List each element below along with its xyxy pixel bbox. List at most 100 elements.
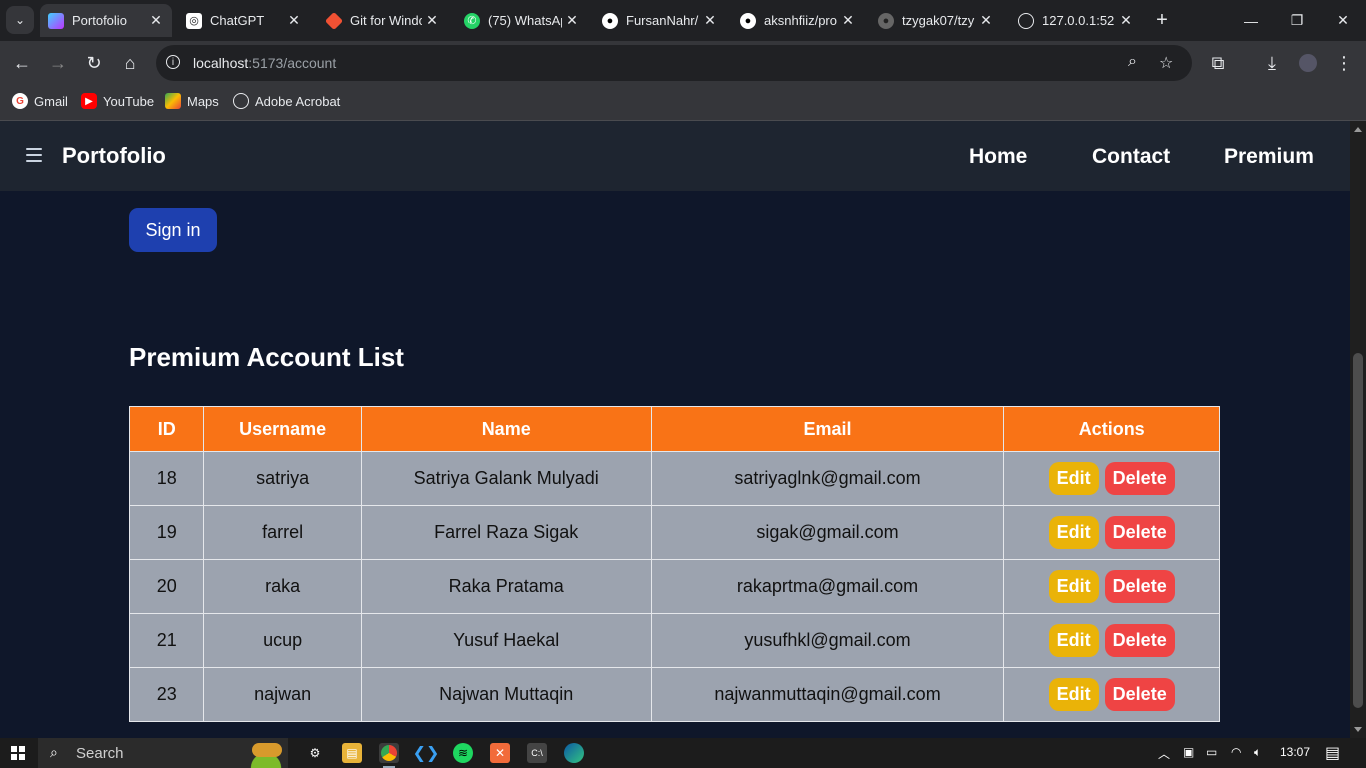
file-explorer-icon[interactable]: ▤ [342,743,362,763]
clock-time[interactable]: 13:07 [1280,745,1310,759]
site-brand[interactable]: Portofolio [62,143,166,169]
arrow-left-icon: ← [13,52,31,73]
new-tab-button[interactable]: + [1150,8,1174,32]
taskbar-search-box[interactable]: ⌕ Search [38,738,290,768]
browser-toolbar: ← → ↻ ⌂ i localhost:5173/account ⌕ ☆ ⧉ ⤓… [0,41,1366,85]
terminal-icon[interactable]: C:\ [527,743,547,763]
delete-button[interactable]: Delete [1104,678,1175,711]
tab-title: 127.0.0.1:52 [1042,13,1115,28]
delete-button[interactable]: Delete [1104,570,1175,603]
site-info-icon[interactable]: i [166,55,180,69]
settings-gear-icon[interactable]: ⚙ [305,743,325,763]
edit-button[interactable]: Edit [1048,462,1099,495]
close-icon: ✕ [1337,12,1349,28]
menu-kebab-icon[interactable]: ⋮ [1330,49,1358,77]
edit-button[interactable]: Edit [1048,678,1099,711]
vscode-icon[interactable]: ❮❯ [413,743,440,763]
notification-icon[interactable]: ▤ [1325,743,1340,763]
cell-username: ucup [203,613,362,668]
cell-email: rakaprtma@gmail.com [650,559,1005,614]
reload-button[interactable]: ↻ [80,49,108,77]
github-icon: ● [878,12,894,29]
chevron-up-icon[interactable]: ︿ [1158,745,1170,762]
close-tab-icon[interactable]: ✕ [976,12,996,29]
windows-taskbar: ⌕ Search ⚙ ▤ ❮❯ ≋ ✕ C:\ ︿ ▣ ▭ ◠ 🔈︎ 13:07… [0,738,1366,768]
zoom-icon[interactable]: ⌕ [1128,53,1137,71]
nav-link-home[interactable]: Home [969,145,1027,169]
bookmark-gmail[interactable]: G Gmail [12,93,68,109]
windows-start-icon[interactable] [11,746,25,760]
close-tab-icon[interactable]: ✕ [700,12,720,29]
xampp-icon[interactable]: ✕ [490,743,510,763]
vite-icon [48,12,64,29]
close-tab-icon[interactable]: ✕ [422,12,442,29]
tab-aksnhfiiz[interactable]: ● aksnhfiiz/pro ✕ [732,4,864,37]
home-button[interactable]: ⌂ [116,49,144,77]
edge-icon[interactable] [564,743,584,763]
volume-icon[interactable]: 🔈︎ [1254,745,1261,760]
chrome-taskbar-icon[interactable] [379,743,399,768]
restore-icon: ❐ [1290,12,1304,28]
tab-title: tzygak07/tzy [902,13,975,28]
minimize-button[interactable]: — [1228,0,1274,41]
spotify-icon[interactable]: ≋ [453,743,473,763]
close-window-button[interactable]: ✕ [1320,0,1366,41]
arrow-right-icon: → [49,52,67,73]
close-tab-icon[interactable]: ✕ [284,12,304,29]
wifi-icon[interactable]: ◠ [1231,745,1241,759]
tab-portofolio[interactable]: Portofolio ✕ [40,4,172,37]
meet-now-icon[interactable]: ▣ [1183,745,1194,759]
delete-button[interactable]: Delete [1104,462,1175,495]
page-viewport: Portofolio Home Contact Premium Sign in … [0,121,1350,738]
cell-name: Yusuf Haekal [360,613,652,668]
nav-link-premium[interactable]: Premium [1224,145,1314,169]
tab-title: Portofolio [72,13,127,28]
edit-button[interactable]: Edit [1048,570,1099,603]
scroll-down-arrow-icon[interactable] [1354,727,1362,732]
close-tab-icon[interactable]: ✕ [838,12,858,29]
tab-localhost-52[interactable]: 127.0.0.1:52 ✕ [1010,4,1142,37]
close-tab-icon[interactable]: ✕ [1116,12,1136,29]
column-header-username: Username [203,406,362,452]
cell-email: najwanmuttaqin@gmail.com [650,667,1005,722]
delete-button[interactable]: Delete [1104,624,1175,657]
cell-id: 18 [128,451,205,506]
address-bar[interactable]: i localhost:5173/account ⌕ ☆ [156,45,1192,81]
scrollbar-thumb[interactable] [1353,353,1363,708]
chevron-down-icon: ⌄ [14,13,26,27]
scroll-up-arrow-icon[interactable] [1354,127,1362,132]
tab-chatgpt[interactable]: ◎ ChatGPT ✕ [178,4,310,37]
cell-name: Satriya Galank Mulyadi [360,451,652,506]
table-row: 20 raka Raka Pratama rakaprtma@gmail.com… [128,559,1220,614]
tab-whatsapp[interactable]: ✆ (75) WhatsApp ✕ [456,4,588,37]
cell-id: 23 [128,667,205,722]
edit-button[interactable]: Edit [1048,516,1099,549]
hamburger-menu-icon[interactable] [26,148,42,162]
tab-tzygak07[interactable]: ● tzygak07/tzy ✕ [870,4,1002,37]
close-tab-icon[interactable]: ✕ [562,12,582,29]
tab-fursannahr[interactable]: ● FursanNahr/ ✕ [594,4,726,37]
edit-button[interactable]: Edit [1048,624,1099,657]
tab-search-button[interactable]: ⌄ [6,6,34,34]
column-header-name: Name [360,406,652,452]
nav-link-contact[interactable]: Contact [1092,145,1170,169]
browser-tab-strip: ⌄ Portofolio ✕ ◎ ChatGPT ✕ Git for Windo… [0,0,1366,41]
sign-in-button[interactable]: Sign in [129,208,217,252]
star-icon[interactable]: ☆ [1159,53,1173,73]
delete-button[interactable]: Delete [1104,516,1175,549]
bookmark-adobe-acrobat[interactable]: Adobe Acrobat [233,93,340,109]
page-scrollbar[interactable] [1350,121,1366,738]
url-text[interactable]: localhost:5173/account [193,55,336,71]
profile-avatar[interactable] [1294,49,1322,77]
back-button[interactable]: ← [8,49,36,77]
bookmark-youtube[interactable]: ▶ YouTube [81,93,154,109]
extensions-icon[interactable]: ⧉ [1204,49,1232,77]
battery-icon[interactable]: ▭ [1206,745,1217,759]
download-icon[interactable]: ⤓ [1258,49,1286,77]
cell-email: yusufhkl@gmail.com [650,613,1005,668]
close-tab-icon[interactable]: ✕ [146,12,166,29]
tab-git-for-windows[interactable]: Git for Windows ✕ [318,4,448,37]
restore-button[interactable]: ❐ [1274,0,1320,41]
bookmark-maps[interactable]: Maps [165,93,219,109]
forward-button[interactable]: → [44,49,72,77]
